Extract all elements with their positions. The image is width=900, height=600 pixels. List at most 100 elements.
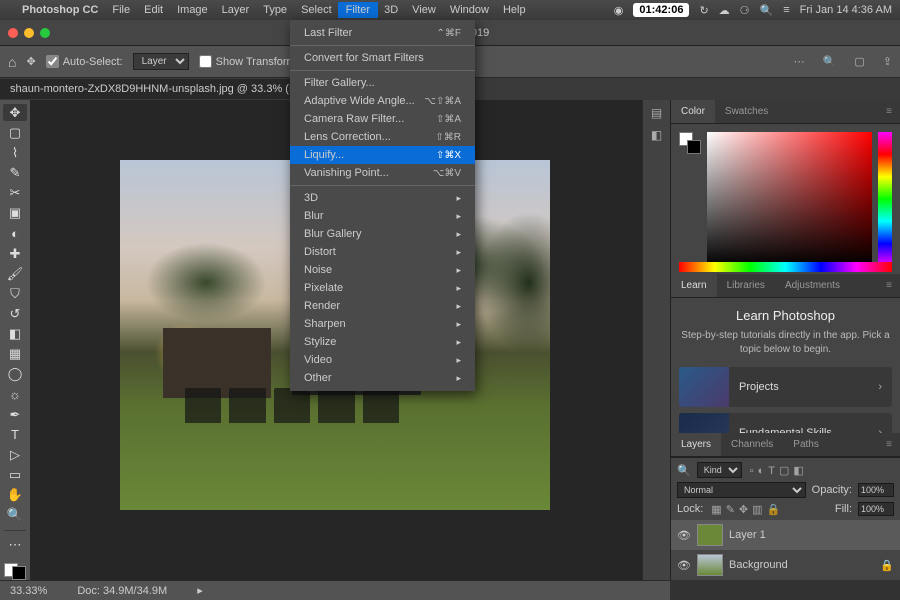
menu-item-noise[interactable]: Noise▸: [290, 261, 475, 279]
learn-item-fundamentals[interactable]: Fundamental Skills ›: [679, 413, 892, 433]
menu-item-liquify[interactable]: Liquify...⇧⌘X: [290, 146, 475, 164]
camera-icon[interactable]: ◉: [614, 4, 624, 17]
menu-item-stylize[interactable]: Stylize▸: [290, 333, 475, 351]
opacity-input[interactable]: [858, 483, 894, 497]
shape-tool[interactable]: ▭: [3, 467, 27, 484]
auto-select-target[interactable]: Layer: [133, 53, 189, 70]
stamp-tool[interactable]: ⛉: [3, 285, 27, 302]
move-tool-icon[interactable]: ✥: [26, 55, 35, 68]
menu-item-blur[interactable]: Blur▸: [290, 207, 475, 225]
crop-tool[interactable]: ✂: [3, 185, 27, 202]
menu-help[interactable]: Help: [503, 4, 526, 16]
menu-item-render[interactable]: Render▸: [290, 297, 475, 315]
frame-tool[interactable]: ▣: [3, 205, 27, 222]
panel-menu-icon[interactable]: ≡: [878, 100, 900, 123]
spectrum-strip[interactable]: [679, 262, 892, 272]
quick-select-tool[interactable]: ✎: [3, 164, 27, 181]
visibility-icon[interactable]: 👁: [677, 559, 691, 572]
properties-icon[interactable]: ◧: [651, 128, 662, 142]
menu-item-3d[interactable]: 3D▸: [290, 189, 475, 207]
menu-file[interactable]: File: [112, 4, 130, 16]
menu-view[interactable]: View: [412, 4, 436, 16]
color-field[interactable]: [707, 132, 872, 266]
menu-3d[interactable]: 3D: [384, 4, 398, 16]
control-center-icon[interactable]: ≡: [783, 4, 789, 16]
clock[interactable]: Fri Jan 14 4:36 AM: [800, 4, 892, 16]
eraser-tool[interactable]: ◧: [3, 326, 27, 343]
eyedropper-tool[interactable]: ◐: [3, 225, 27, 242]
doc-size-readout[interactable]: Doc: 34.9M/34.9M: [77, 585, 167, 597]
layer-row[interactable]: 👁 Background 🔒: [671, 550, 900, 580]
menu-item-other[interactable]: Other▸: [290, 369, 475, 387]
marquee-tool[interactable]: ▢: [3, 124, 27, 141]
pen-tool[interactable]: ✒: [3, 406, 27, 423]
color-swatches[interactable]: [4, 563, 26, 580]
tab-color[interactable]: Color: [671, 100, 715, 123]
search-icon[interactable]: 🔍: [823, 55, 837, 68]
status-chevron-icon[interactable]: ▸: [197, 584, 203, 597]
tab-channels[interactable]: Channels: [721, 433, 783, 456]
brush-tool[interactable]: 🖌: [3, 265, 27, 282]
blend-mode-select[interactable]: Normal: [677, 482, 806, 498]
zoom-window[interactable]: [40, 28, 50, 38]
menu-item-camera-raw[interactable]: Camera Raw Filter...⇧⌘A: [290, 110, 475, 128]
menu-item-blur-gallery[interactable]: Blur Gallery▸: [290, 225, 475, 243]
tab-paths[interactable]: Paths: [783, 433, 829, 456]
spotlight-icon[interactable]: 🔍: [760, 4, 774, 17]
menu-item-lens-correction[interactable]: Lens Correction...⇧⌘R: [290, 128, 475, 146]
menu-item-adaptive-wide-angle[interactable]: Adaptive Wide Angle...⌥⇧⌘A: [290, 92, 475, 110]
home-icon[interactable]: ⌂: [8, 54, 16, 70]
move-tool[interactable]: ✥: [3, 104, 27, 121]
fill-input[interactable]: [858, 502, 894, 516]
workspace-icon[interactable]: ▢: [854, 55, 864, 68]
sync-icon[interactable]: ↻: [699, 4, 708, 17]
menu-item-smart-filters[interactable]: Convert for Smart Filters: [290, 49, 475, 67]
lasso-tool[interactable]: ⌇: [3, 144, 27, 161]
fg-bg-swatch[interactable]: [679, 132, 701, 154]
filter-kind-select[interactable]: Kind: [697, 462, 742, 478]
menu-item-video[interactable]: Video▸: [290, 351, 475, 369]
app-name[interactable]: Photoshop CC: [22, 4, 98, 16]
layer-name[interactable]: Background: [729, 559, 788, 571]
layer-filter-icons[interactable]: ▫◐T▢◧: [748, 464, 806, 477]
hand-tool[interactable]: ✋: [3, 487, 27, 504]
menu-item-filter-gallery[interactable]: Filter Gallery...: [290, 74, 475, 92]
panel-menu-icon[interactable]: ≡: [878, 274, 900, 297]
learn-item-projects[interactable]: Projects ›: [679, 367, 892, 407]
tab-layers[interactable]: Layers: [671, 433, 721, 456]
menu-select[interactable]: Select: [301, 4, 332, 16]
healing-tool[interactable]: ✚: [3, 245, 27, 262]
menu-image[interactable]: Image: [177, 4, 208, 16]
blur-tool[interactable]: ◯: [3, 366, 27, 383]
menu-type[interactable]: Type: [263, 4, 287, 16]
dodge-tool[interactable]: ☼: [3, 386, 27, 403]
hue-slider[interactable]: [878, 132, 892, 266]
close-window[interactable]: [8, 28, 18, 38]
layer-row[interactable]: 👁 Layer 1: [671, 520, 900, 550]
type-tool[interactable]: T: [3, 426, 27, 443]
lock-icons[interactable]: ▦✎✥▥🔒: [709, 503, 782, 516]
visibility-icon[interactable]: 👁: [677, 529, 691, 542]
menu-item-vanishing-point[interactable]: Vanishing Point...⌥⌘V: [290, 164, 475, 182]
gradient-tool[interactable]: ▦: [3, 346, 27, 363]
timer[interactable]: 01:42:06: [633, 3, 689, 17]
history-brush-tool[interactable]: ↺: [3, 305, 27, 322]
path-select-tool[interactable]: ▷: [3, 446, 27, 463]
tab-libraries[interactable]: Libraries: [717, 274, 775, 297]
menu-filter[interactable]: Filter: [338, 2, 378, 18]
cc-icon[interactable]: ☁: [719, 4, 730, 17]
history-icon[interactable]: ▤: [651, 106, 662, 120]
zoom-tool[interactable]: 🔍: [3, 507, 27, 524]
minimize-window[interactable]: [24, 28, 34, 38]
wifi-icon[interactable]: ⚆: [740, 4, 750, 17]
share-icon[interactable]: ⇪: [883, 55, 892, 68]
more-options-icon[interactable]: ⋯: [794, 55, 805, 68]
menu-window[interactable]: Window: [450, 4, 489, 16]
menu-layer[interactable]: Layer: [222, 4, 250, 16]
panel-menu-icon[interactable]: ≡: [878, 433, 900, 456]
menu-item-pixelate[interactable]: Pixelate▸: [290, 279, 475, 297]
menu-item-sharpen[interactable]: Sharpen▸: [290, 315, 475, 333]
edit-toolbar[interactable]: ⋯: [3, 537, 27, 554]
layer-name[interactable]: Layer 1: [729, 529, 766, 541]
auto-select-toggle[interactable]: Auto-Select:: [46, 55, 123, 68]
